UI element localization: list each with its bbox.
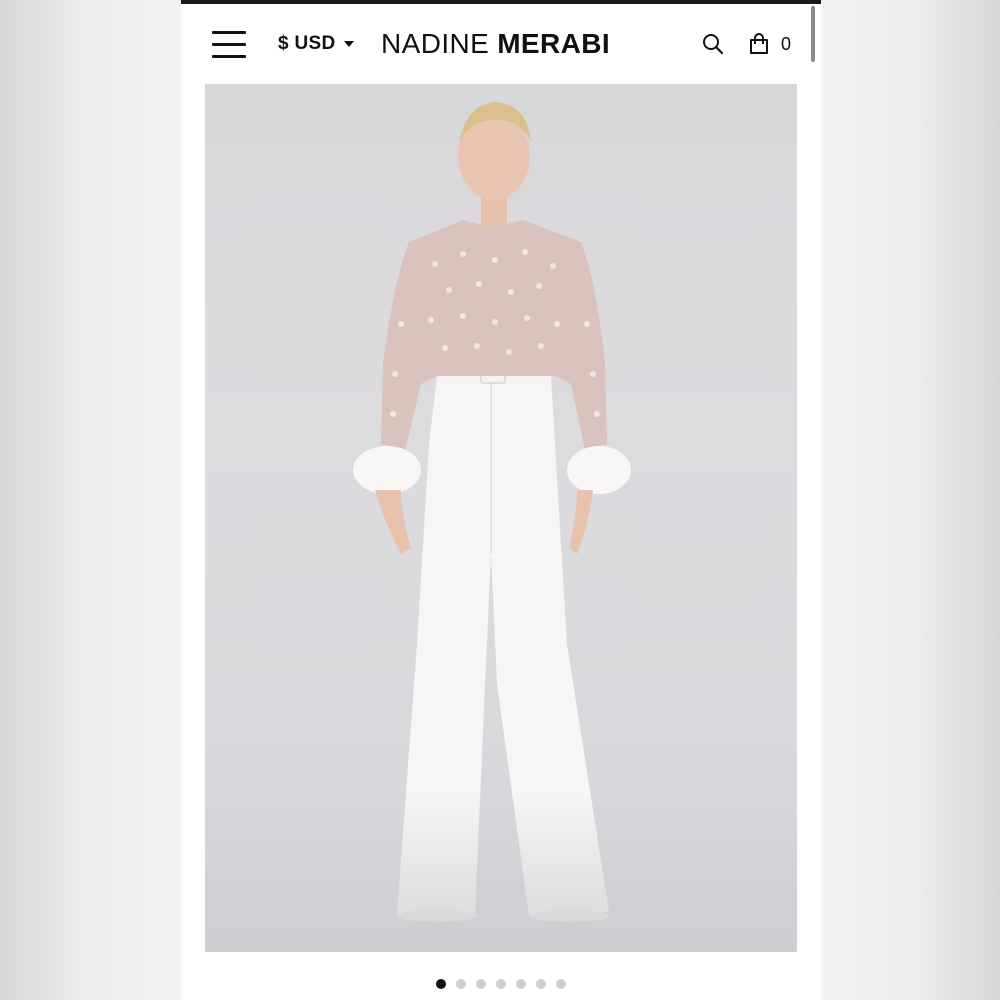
carousel-dot[interactable] <box>516 979 526 989</box>
carousel-dot[interactable] <box>556 979 566 989</box>
carousel-pagination <box>181 979 821 993</box>
site-header: $ USD NADINE MERABI 0 <box>181 4 821 84</box>
image-floor-shadow <box>205 792 797 952</box>
carousel-dot[interactable] <box>536 979 546 989</box>
search-icon[interactable] <box>701 32 725 56</box>
carousel-dot[interactable] <box>456 979 466 989</box>
hamburger-icon[interactable] <box>212 30 246 60</box>
product-image[interactable] <box>205 84 797 952</box>
bag-icon <box>750 33 768 54</box>
cart-count: 0 <box>781 33 792 54</box>
carousel-dot[interactable] <box>436 979 446 989</box>
chevron-down-icon <box>344 41 355 47</box>
carousel-dot[interactable] <box>476 979 486 989</box>
brand-name-first: NADINE <box>381 28 490 59</box>
brand-name-last: MERABI <box>497 28 611 59</box>
currency-selector[interactable]: $ USD <box>278 31 355 57</box>
currency-label: $ USD <box>278 33 336 54</box>
product-page: $ USD NADINE MERABI 0 <box>181 0 821 1000</box>
cart-button[interactable]: 0 <box>749 30 791 58</box>
carousel-dot[interactable] <box>496 979 506 989</box>
brand-logo[interactable]: NADINE MERABI <box>381 26 610 62</box>
